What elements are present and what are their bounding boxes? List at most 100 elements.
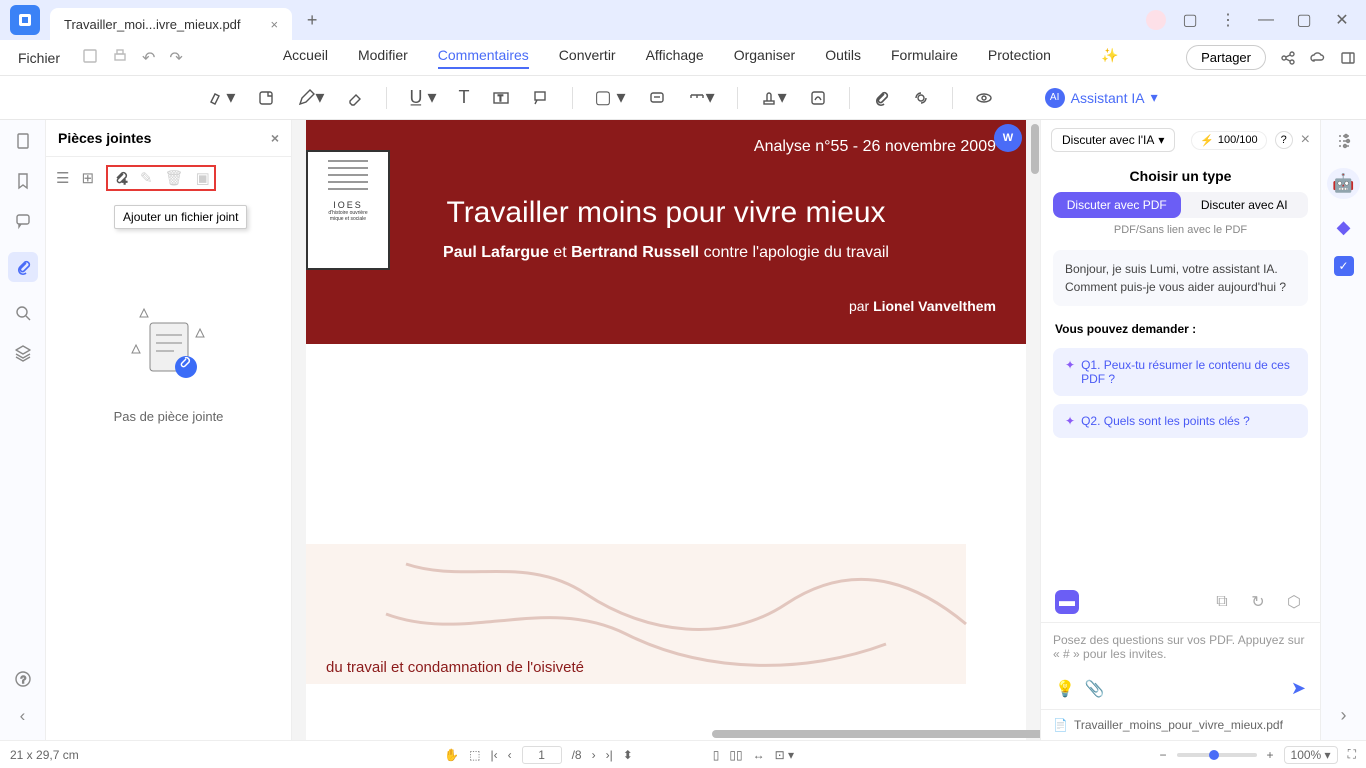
collapse-right-icon[interactable]: › — [1341, 705, 1347, 725]
two-page-icon[interactable]: ▯▯ — [729, 748, 742, 762]
shape-tool-icon[interactable]: ▢ ▾ — [595, 87, 626, 108]
measure-tool-icon[interactable]: ▾ — [688, 87, 715, 108]
menu-formulaire[interactable]: Formulaire — [891, 47, 958, 69]
document-tab[interactable]: Travailler_moi...ivre_mieux.pdf × — [50, 8, 292, 40]
ai-robot-icon[interactable]: 🤖 — [1327, 168, 1359, 199]
print-icon[interactable] — [112, 48, 128, 68]
text-tool-icon[interactable]: T — [459, 87, 470, 108]
ai-input[interactable]: Posez des questions sur vos PDF. Appuyez… — [1041, 622, 1320, 672]
ai-check-icon[interactable]: ✓ — [1334, 256, 1354, 276]
ai-assistant-button[interactable]: AI Assistant IA ▾ — [1045, 88, 1158, 108]
maximize-icon[interactable]: ▢ — [1290, 6, 1318, 34]
ai-history-icon[interactable]: ↻ — [1246, 590, 1270, 614]
sticky-note-icon[interactable] — [648, 89, 666, 107]
attach-tool-icon[interactable] — [872, 89, 890, 107]
ai-sparkle-icon[interactable]: ✨ — [1101, 47, 1118, 69]
pdf-viewport[interactable]: Analyse n°55 - 26 novembre 2009 IOES d'h… — [292, 120, 1040, 740]
save-icon[interactable] — [82, 48, 98, 68]
panel-icon[interactable] — [1340, 50, 1356, 66]
close-window-icon[interactable]: ✕ — [1328, 6, 1356, 34]
ai-help-icon[interactable]: ? — [1275, 131, 1293, 149]
ai-mode-dropdown[interactable]: Discuter avec l'IA ▾ — [1051, 128, 1175, 152]
single-page-icon[interactable]: ▯ — [713, 748, 720, 762]
properties-icon[interactable] — [1335, 132, 1353, 150]
ai-suggestion-2[interactable]: ✦Q2. Quels sont les points clés ? — [1053, 404, 1308, 438]
menu-commentaires[interactable]: Commentaires — [438, 47, 529, 69]
show-hide-tool-icon[interactable] — [975, 89, 993, 107]
select-tool-icon[interactable]: ⬚ — [469, 748, 480, 762]
horizontal-scrollbar[interactable] — [592, 728, 720, 740]
menu-accueil[interactable]: Accueil — [283, 47, 328, 69]
menu-organiser[interactable]: Organiser — [734, 47, 795, 69]
pencil-tool-icon[interactable]: ▾ — [297, 87, 324, 108]
prev-page-icon[interactable]: ‹ — [508, 748, 512, 762]
user-avatar-icon[interactable] — [1146, 10, 1166, 30]
comments-panel-icon[interactable] — [14, 212, 32, 230]
menu-modifier[interactable]: Modifier — [358, 47, 408, 69]
ai-settings-icon[interactable]: ⬡ — [1282, 590, 1306, 614]
zoom-in-icon[interactable]: + — [1267, 748, 1274, 762]
note-tool-icon[interactable] — [257, 89, 275, 107]
collapse-left-icon[interactable]: ‹ — [20, 706, 26, 726]
search-panel-icon[interactable] — [14, 304, 32, 322]
share-icon[interactable] — [1280, 50, 1296, 66]
add-attachment-icon[interactable]: + — [112, 170, 128, 186]
textbox-tool-icon[interactable]: T — [492, 89, 510, 107]
feedback-icon[interactable]: ▢ — [1176, 6, 1204, 34]
menu-outils[interactable]: Outils — [825, 47, 861, 69]
menu-protection[interactable]: Protection — [988, 47, 1051, 69]
next-page-icon[interactable]: › — [592, 748, 596, 762]
underline-tool-icon[interactable]: U̲ ▾ — [409, 87, 436, 108]
zoom-out-icon[interactable]: − — [1159, 748, 1166, 762]
edit-attachment-icon[interactable]: ✎ — [140, 169, 153, 187]
convert-word-badge[interactable]: W — [994, 124, 1022, 152]
ai-tool-icon[interactable]: ◆ — [1337, 217, 1351, 238]
vertical-scrollbar[interactable] — [1030, 120, 1040, 740]
delete-attachment-icon[interactable]: 🗑 — [165, 169, 184, 187]
cloud-icon[interactable] — [1310, 50, 1326, 66]
callout-tool-icon[interactable] — [532, 89, 550, 107]
first-page-icon[interactable]: |‹ — [490, 748, 497, 762]
more-icon[interactable]: ⋮ — [1214, 6, 1242, 34]
undo-icon[interactable]: ↶ — [142, 48, 155, 68]
ai-send-icon[interactable]: ➤ — [1291, 678, 1306, 699]
new-tab-button[interactable]: + — [300, 10, 324, 31]
close-panel-icon[interactable]: × — [271, 130, 279, 146]
ai-suggestion-1[interactable]: ✦Q1. Peux-tu résumer le contenu de ces P… — [1053, 348, 1308, 396]
ai-toggle-pdf[interactable]: Discuter avec PDF — [1053, 192, 1181, 218]
stamp-tool-icon[interactable]: ▾ — [760, 87, 787, 108]
ai-toggle-general[interactable]: Discuter avec AI — [1181, 192, 1309, 218]
attach-expand-icon[interactable]: ⊞ — [81, 169, 94, 187]
link-tool-icon[interactable] — [912, 89, 930, 107]
minimize-icon[interactable]: ― — [1252, 6, 1280, 34]
eraser-tool-icon[interactable] — [346, 89, 364, 107]
help-icon[interactable]: ? — [14, 670, 32, 688]
layers-icon[interactable] — [14, 344, 32, 362]
save-attachment-icon[interactable]: ▣ — [196, 169, 210, 187]
fit-width-icon[interactable]: ↔ — [753, 748, 765, 762]
ai-close-icon[interactable]: × — [1301, 131, 1310, 149]
page-number-input[interactable]: 1 — [522, 746, 562, 764]
signature-tool-icon[interactable] — [809, 89, 827, 107]
ai-copy-icon[interactable]: ⧉ — [1210, 590, 1234, 614]
bookmarks-icon[interactable] — [14, 172, 32, 190]
thumbnails-icon[interactable] — [14, 132, 32, 150]
menu-convertir[interactable]: Convertir — [559, 47, 616, 69]
share-button[interactable]: Partager — [1186, 45, 1266, 70]
tab-close-icon[interactable]: × — [271, 17, 279, 32]
menu-affichage[interactable]: Affichage — [646, 47, 704, 69]
zoom-slider[interactable] — [1177, 753, 1257, 757]
highlight-tool-icon[interactable]: ▾ — [208, 87, 235, 108]
fullscreen-icon[interactable]: ⛶ — [1348, 747, 1356, 762]
attachments-panel-icon[interactable] — [8, 252, 38, 282]
scroll-mode-icon[interactable]: ⬍ — [623, 748, 633, 762]
last-page-icon[interactable]: ›| — [606, 748, 613, 762]
fit-page-icon[interactable]: ⊡ ▾ — [775, 748, 794, 762]
zoom-percent[interactable]: 100% ▾ — [1284, 746, 1338, 764]
ai-attach-icon[interactable]: 📎 — [1085, 679, 1105, 699]
hand-tool-icon[interactable]: ✋ — [444, 748, 459, 762]
ai-idea-icon[interactable]: 💡 — [1055, 679, 1075, 699]
file-menu[interactable]: Fichier — [10, 46, 68, 70]
redo-icon[interactable]: ↷ — [169, 48, 182, 68]
ai-chat-icon[interactable]: ▬ — [1055, 590, 1079, 614]
